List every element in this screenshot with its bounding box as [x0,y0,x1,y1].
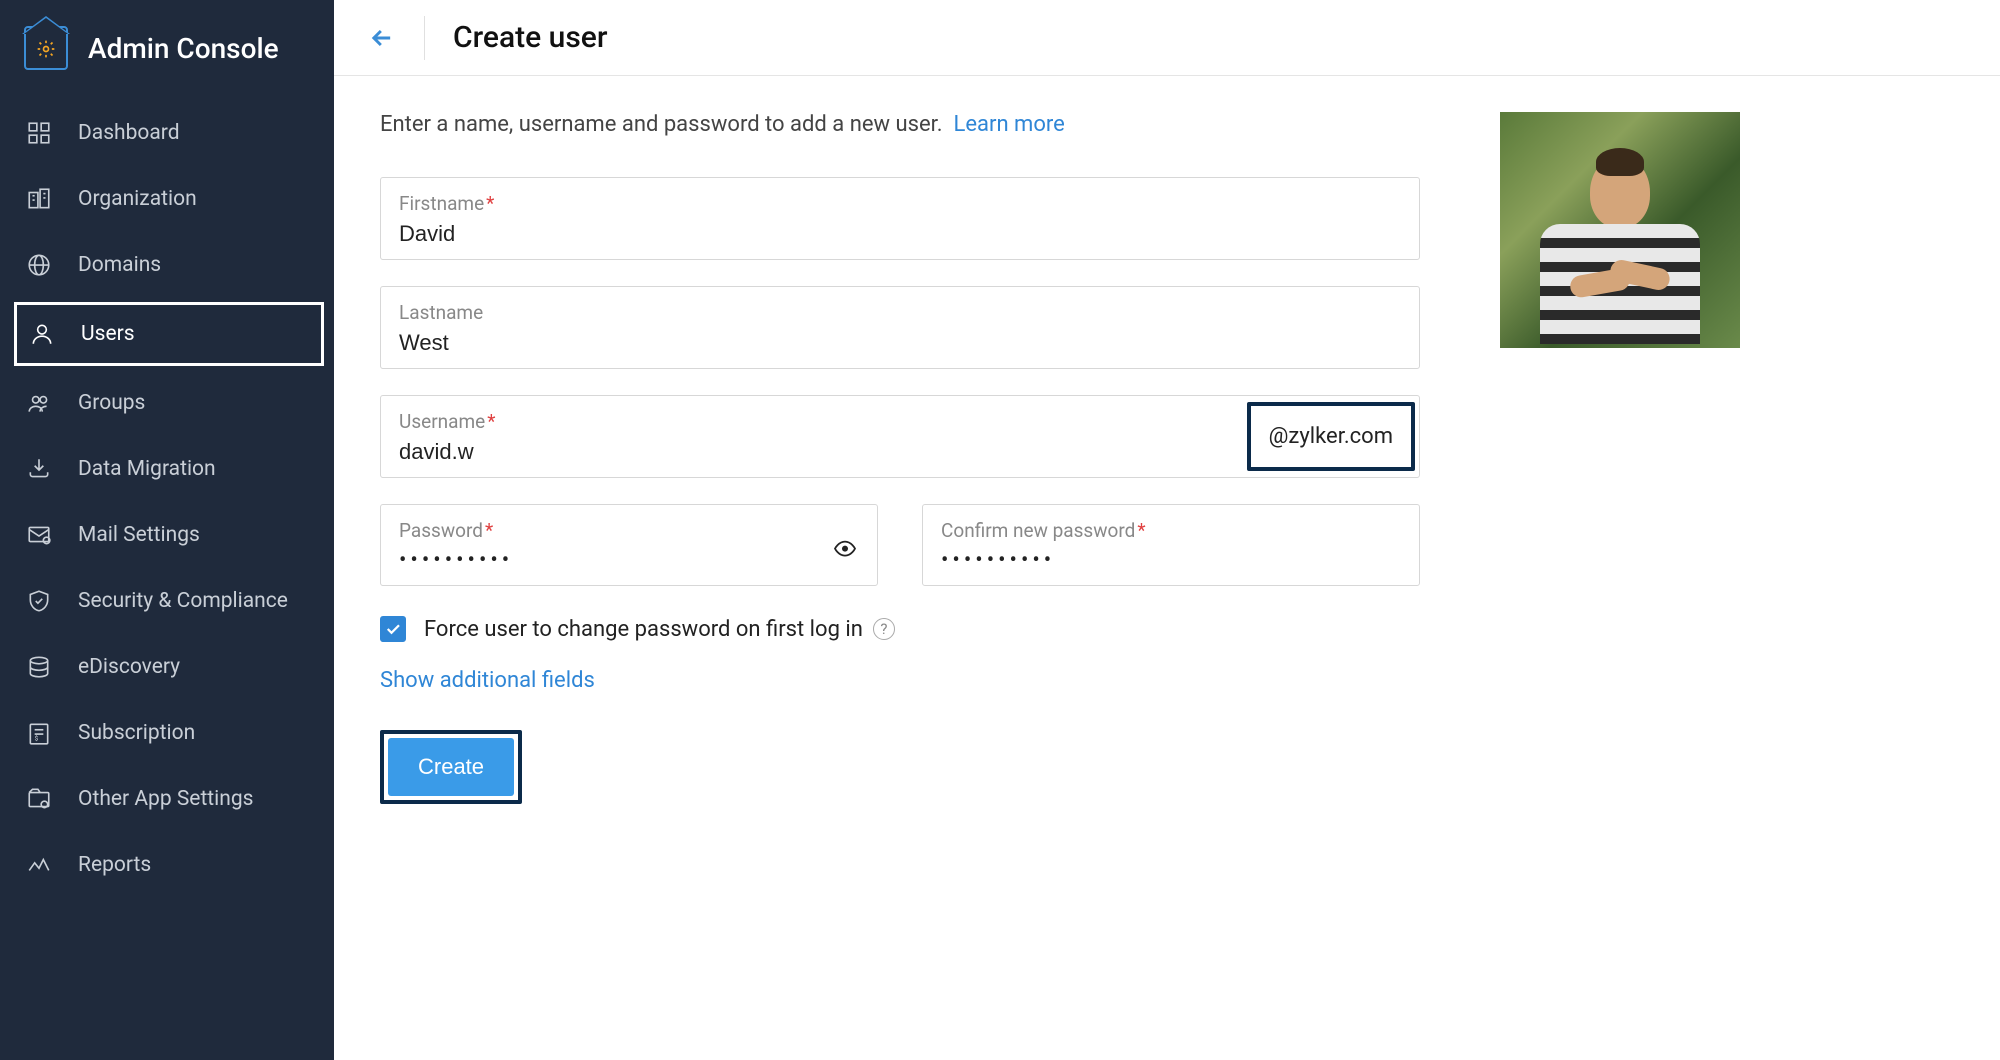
sidebar-item-users[interactable]: Users [14,302,324,366]
other-apps-icon [24,784,54,814]
sidebar-item-label: Organization [78,187,197,211]
nav-list: Dashboard Organization Domains Users Gro… [0,100,334,898]
svg-text:$: $ [35,735,39,743]
username-field[interactable]: Username* @zylker.com [380,395,1420,478]
sidebar-item-label: eDiscovery [78,655,180,679]
intro-message: Enter a name, username and password to a… [380,112,943,137]
sidebar-item-other-app-settings[interactable]: Other App Settings [0,766,334,832]
create-button[interactable]: Create [388,738,514,796]
required-marker: * [1137,519,1145,542]
username-label: Username* [399,410,1229,433]
sidebar-item-label: Dashboard [78,121,180,145]
password-input[interactable]: •••••••••• [399,548,859,573]
app-title: Admin Console [88,32,279,65]
logo-icon [24,26,68,70]
back-button[interactable] [368,24,396,52]
content-area: Enter a name, username and password to a… [334,76,2000,840]
toggle-password-visibility-button[interactable] [833,537,857,565]
help-icon[interactable]: ? [873,618,895,640]
domains-icon [24,250,54,280]
sidebar-item-dashboard[interactable]: Dashboard [0,100,334,166]
sidebar-item-label: Mail Settings [78,523,200,547]
topbar: Create user [334,0,2000,76]
sidebar: Admin Console Dashboard Organization Dom… [0,0,334,1060]
username-input[interactable] [399,439,1229,465]
lastname-label: Lastname [399,301,1401,324]
password-field[interactable]: Password* •••••••••• [380,504,878,586]
mail-settings-icon [24,520,54,550]
sidebar-item-label: Reports [78,853,151,877]
domain-selector[interactable]: @zylker.com [1247,402,1415,471]
confirm-password-label: Confirm new password* [941,519,1401,542]
main-content: Create user Enter a name, username and p… [334,0,2000,1060]
force-change-checkbox[interactable] [380,616,406,642]
required-marker: * [487,410,495,433]
firstname-input[interactable] [399,221,1401,247]
sidebar-header: Admin Console [0,0,334,100]
sidebar-item-mail-settings[interactable]: Mail Settings [0,502,334,568]
sidebar-item-organization[interactable]: Organization [0,166,334,232]
required-marker: * [485,519,493,542]
intro-text: Enter a name, username and password to a… [380,112,1420,137]
reports-icon [24,850,54,880]
dashboard-icon [24,118,54,148]
sidebar-item-label: Security & Compliance [78,589,288,613]
organization-icon [24,184,54,214]
confirm-password-input[interactable]: •••••••••• [941,548,1401,573]
confirm-password-field[interactable]: Confirm new password* •••••••••• [922,504,1420,586]
force-change-label: Force user to change password on first l… [424,617,863,642]
sidebar-item-label: Domains [78,253,161,277]
form-column: Enter a name, username and password to a… [380,112,1420,804]
firstname-label: Firstname* [399,192,1401,215]
sidebar-item-security[interactable]: Security & Compliance [0,568,334,634]
page-title: Create user [453,20,607,55]
learn-more-link[interactable]: Learn more [954,112,1065,137]
avatar-column [1420,112,1740,804]
subscription-icon: $ [24,718,54,748]
lastname-input[interactable] [399,330,1401,356]
sidebar-item-label: Data Migration [78,457,216,481]
ediscovery-icon [24,652,54,682]
sidebar-item-label: Users [81,322,135,346]
sidebar-item-ediscovery[interactable]: eDiscovery [0,634,334,700]
password-label: Password* [399,519,859,542]
sidebar-item-label: Groups [78,391,145,415]
sidebar-item-reports[interactable]: Reports [0,832,334,898]
sidebar-item-subscription[interactable]: $ Subscription [0,700,334,766]
sidebar-item-groups[interactable]: Groups [0,370,334,436]
force-change-row: Force user to change password on first l… [380,616,1420,642]
users-icon [27,319,57,349]
shield-icon [24,586,54,616]
create-button-highlight: Create [380,730,522,804]
show-additional-fields-link[interactable]: Show additional fields [380,668,595,693]
sidebar-item-domains[interactable]: Domains [0,232,334,298]
firstname-field[interactable]: Firstname* [380,177,1420,260]
lastname-field[interactable]: Lastname [380,286,1420,369]
topbar-divider [424,16,425,60]
sidebar-item-label: Subscription [78,721,195,745]
sidebar-item-data-migration[interactable]: Data Migration [0,436,334,502]
required-marker: * [486,192,494,215]
data-migration-icon [24,454,54,484]
user-avatar[interactable] [1500,112,1740,348]
sidebar-item-label: Other App Settings [78,787,254,811]
password-row: Password* •••••••••• Confirm new passwor… [380,504,1420,586]
groups-icon [24,388,54,418]
